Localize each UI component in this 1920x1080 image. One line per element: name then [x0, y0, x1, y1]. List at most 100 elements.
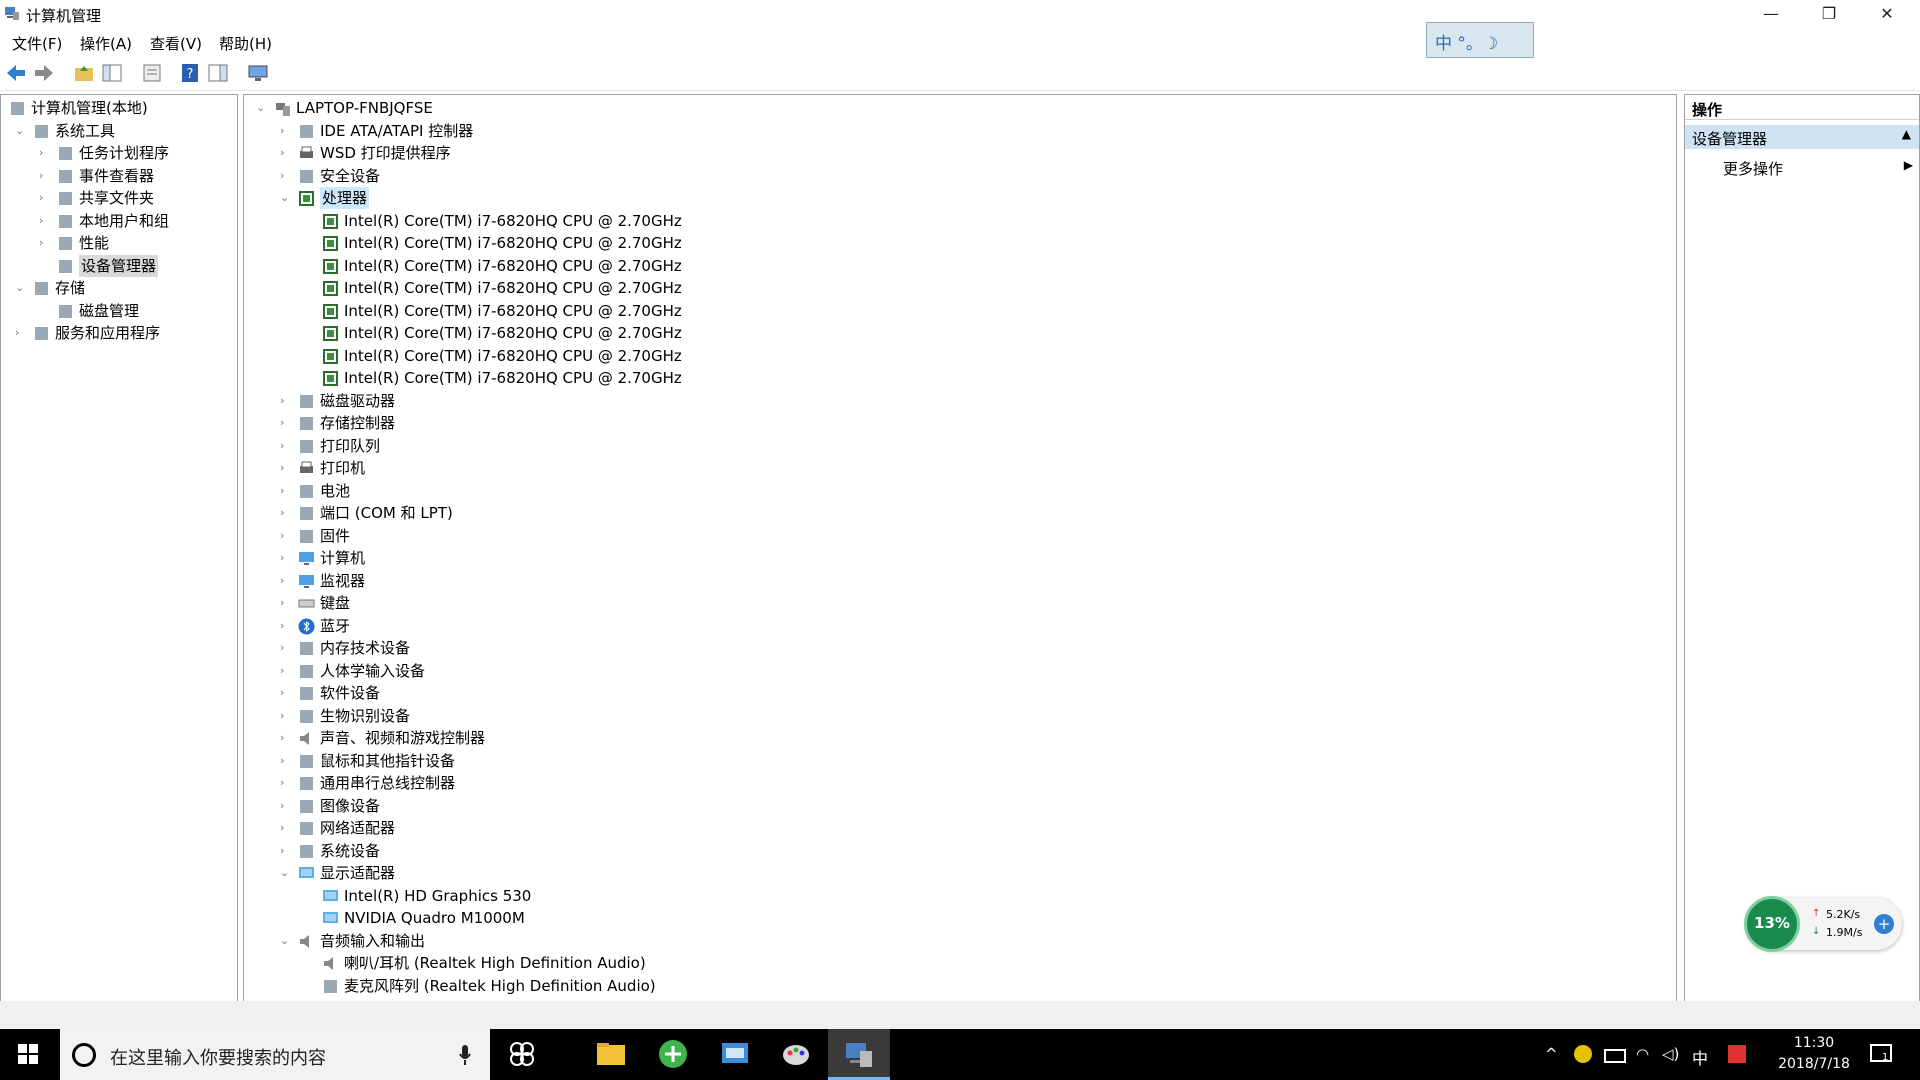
properties-icon[interactable]: [140, 62, 164, 84]
tree-item[interactable]: Intel(R) Core(TM) i7-6820HQ CPU @ 2.70GH…: [244, 232, 1674, 254]
collapse-chevron-icon[interactable]: ›: [280, 817, 284, 839]
tree-item[interactable]: › 人体学输入设备: [244, 660, 1674, 682]
actions-section-device-manager[interactable]: 设备管理器 ▲: [1685, 125, 1919, 149]
tree-item[interactable]: › 安全设备: [244, 165, 1674, 187]
collapse-chevron-icon[interactable]: ›: [280, 525, 284, 547]
tree-item[interactable]: › 端口 (COM 和 LPT): [244, 502, 1674, 524]
collapse-chevron-icon[interactable]: ›: [280, 435, 284, 457]
tree-item[interactable]: Intel(R) Core(TM) i7-6820HQ CPU @ 2.70GH…: [244, 322, 1674, 344]
tree-item[interactable]: › 本地用户和组: [1, 210, 235, 232]
collapse-chevron-icon[interactable]: ›: [39, 187, 43, 209]
add-icon[interactable]: +: [1874, 914, 1894, 934]
file-explorer-icon[interactable]: [594, 1037, 628, 1071]
tree-item[interactable]: › 图像设备: [244, 795, 1674, 817]
app-window-icon[interactable]: [718, 1037, 752, 1071]
expand-chevron-icon[interactable]: ⌄: [15, 120, 24, 142]
tree-item[interactable]: › 生物识别设备: [244, 705, 1674, 727]
tree-item[interactable]: › 内存技术设备: [244, 637, 1674, 659]
volume-icon[interactable]: ◁): [1662, 1045, 1679, 1063]
collapse-chevron-icon[interactable]: ›: [280, 142, 284, 164]
collapse-chevron-icon[interactable]: ›: [280, 547, 284, 569]
collapse-chevron-icon[interactable]: ›: [280, 390, 284, 412]
tree-item[interactable]: › 电池: [244, 480, 1674, 502]
tray-red-app-icon[interactable]: [1728, 1045, 1746, 1063]
tree-item[interactable]: › 打印队列: [244, 435, 1674, 457]
menu-view[interactable]: 查看(V): [150, 33, 202, 54]
tree-item[interactable]: › 声音、视频和游戏控制器: [244, 727, 1674, 749]
collapse-chevron-icon[interactable]: ›: [280, 412, 284, 434]
tree-item[interactable]: 计算机管理(本地): [1, 97, 235, 119]
taskbar-search-box[interactable]: 在这里输入你要搜索的内容: [60, 1029, 490, 1080]
action-pane-icon[interactable]: [206, 62, 230, 84]
ime-indicator[interactable]: 中: [1692, 1045, 1708, 1069]
action-center-icon[interactable]: 1: [1870, 1044, 1892, 1064]
monitor-scan-icon[interactable]: [246, 62, 270, 84]
forward-arrow-icon[interactable]: [32, 62, 56, 84]
tree-item[interactable]: ⌄ 处理器: [244, 187, 1674, 209]
tree-item[interactable]: › 服务和应用程序: [1, 322, 235, 344]
tree-item[interactable]: 麦克风阵列 (Realtek High Definition Audio): [244, 975, 1674, 997]
back-arrow-icon[interactable]: [4, 62, 28, 84]
tree-item[interactable]: ⌄ 显示适配器: [244, 862, 1674, 884]
collapse-chevron-icon[interactable]: ›: [280, 682, 284, 704]
tree-item[interactable]: ⌄ 系统工具: [1, 120, 235, 142]
collapse-chevron-icon[interactable]: ›: [280, 727, 284, 749]
tree-item[interactable]: Intel(R) Core(TM) i7-6820HQ CPU @ 2.70GH…: [244, 345, 1674, 367]
help-icon[interactable]: ?: [178, 62, 202, 84]
minimize-button[interactable]: —: [1742, 0, 1800, 28]
tree-item[interactable]: NVIDIA Quadro M1000M: [244, 907, 1674, 929]
up-folder-icon[interactable]: [72, 62, 96, 84]
computer-management-taskbar-button[interactable]: [828, 1029, 890, 1080]
expand-chevron-icon[interactable]: ⌄: [280, 862, 289, 884]
microphone-icon[interactable]: [458, 1044, 472, 1066]
collapse-arrow-icon[interactable]: ▲: [1902, 127, 1911, 141]
collapse-chevron-icon[interactable]: ›: [280, 750, 284, 772]
tray-app-icon[interactable]: [1574, 1045, 1592, 1063]
collapse-chevron-icon[interactable]: ›: [280, 637, 284, 659]
collapse-chevron-icon[interactable]: ›: [280, 615, 284, 637]
collapse-chevron-icon[interactable]: ›: [280, 502, 284, 524]
tree-item[interactable]: › 共享文件夹: [1, 187, 235, 209]
collapse-chevron-icon[interactable]: ›: [280, 570, 284, 592]
tree-item[interactable]: Intel(R) Core(TM) i7-6820HQ CPU @ 2.70GH…: [244, 367, 1674, 389]
collapse-chevron-icon[interactable]: ›: [280, 795, 284, 817]
tree-item[interactable]: Intel(R) Core(TM) i7-6820HQ CPU @ 2.70GH…: [244, 255, 1674, 277]
battery-icon[interactable]: [1604, 1049, 1626, 1063]
tree-item[interactable]: › 监视器: [244, 570, 1674, 592]
expand-chevron-icon[interactable]: ⌄: [280, 930, 289, 952]
tree-item[interactable]: ⌄ LAPTOP-FNBJQFSE: [244, 97, 1674, 119]
collapse-chevron-icon[interactable]: ›: [39, 165, 43, 187]
tree-item[interactable]: Intel(R) Core(TM) i7-6820HQ CPU @ 2.70GH…: [244, 277, 1674, 299]
tree-item[interactable]: Intel(R) HD Graphics 530: [244, 885, 1674, 907]
tree-item[interactable]: › 软件设备: [244, 682, 1674, 704]
collapse-chevron-icon[interactable]: ›: [280, 772, 284, 794]
windows-start-icon[interactable]: [18, 1044, 38, 1064]
collapse-chevron-icon[interactable]: ›: [280, 660, 284, 682]
collapse-chevron-icon[interactable]: ›: [280, 457, 284, 479]
network-speed-widget[interactable]: 13% ↑ 5.2K/s ↓ 1.9M/s +: [1744, 896, 1902, 952]
collapse-chevron-icon[interactable]: ›: [280, 165, 284, 187]
collapse-chevron-icon[interactable]: ›: [280, 120, 284, 142]
collapse-chevron-icon[interactable]: ›: [280, 480, 284, 502]
show-hide-tree-icon[interactable]: [100, 62, 124, 84]
collapse-chevron-icon[interactable]: ›: [280, 705, 284, 727]
tree-item[interactable]: Intel(R) Core(TM) i7-6820HQ CPU @ 2.70GH…: [244, 210, 1674, 232]
menu-help[interactable]: 帮助(H): [219, 33, 272, 54]
tree-item[interactable]: ⌄ 存储: [1, 277, 235, 299]
show-hidden-icons-chevron-icon[interactable]: ^: [1545, 1045, 1558, 1063]
collapse-chevron-icon[interactable]: ›: [39, 232, 43, 254]
more-actions-item[interactable]: 更多操作 ▶: [1685, 155, 1919, 179]
tree-item[interactable]: › 事件查看器: [1, 165, 235, 187]
collapse-chevron-icon[interactable]: ›: [39, 210, 43, 232]
collapse-chevron-icon[interactable]: ›: [280, 592, 284, 614]
tree-item[interactable]: › 性能: [1, 232, 235, 254]
browser-icon[interactable]: [656, 1037, 690, 1071]
expand-chevron-icon[interactable]: ⌄: [280, 187, 289, 209]
tree-item[interactable]: › 键盘: [244, 592, 1674, 614]
menu-action[interactable]: 操作(A): [80, 33, 132, 54]
tree-item[interactable]: ⌄ 音频输入和输出: [244, 930, 1674, 952]
tree-item[interactable]: › 蓝牙: [244, 615, 1674, 637]
tree-item[interactable]: 喇叭/耳机 (Realtek High Definition Audio): [244, 952, 1674, 974]
close-button[interactable]: ✕: [1858, 0, 1916, 28]
tree-item[interactable]: › 固件: [244, 525, 1674, 547]
